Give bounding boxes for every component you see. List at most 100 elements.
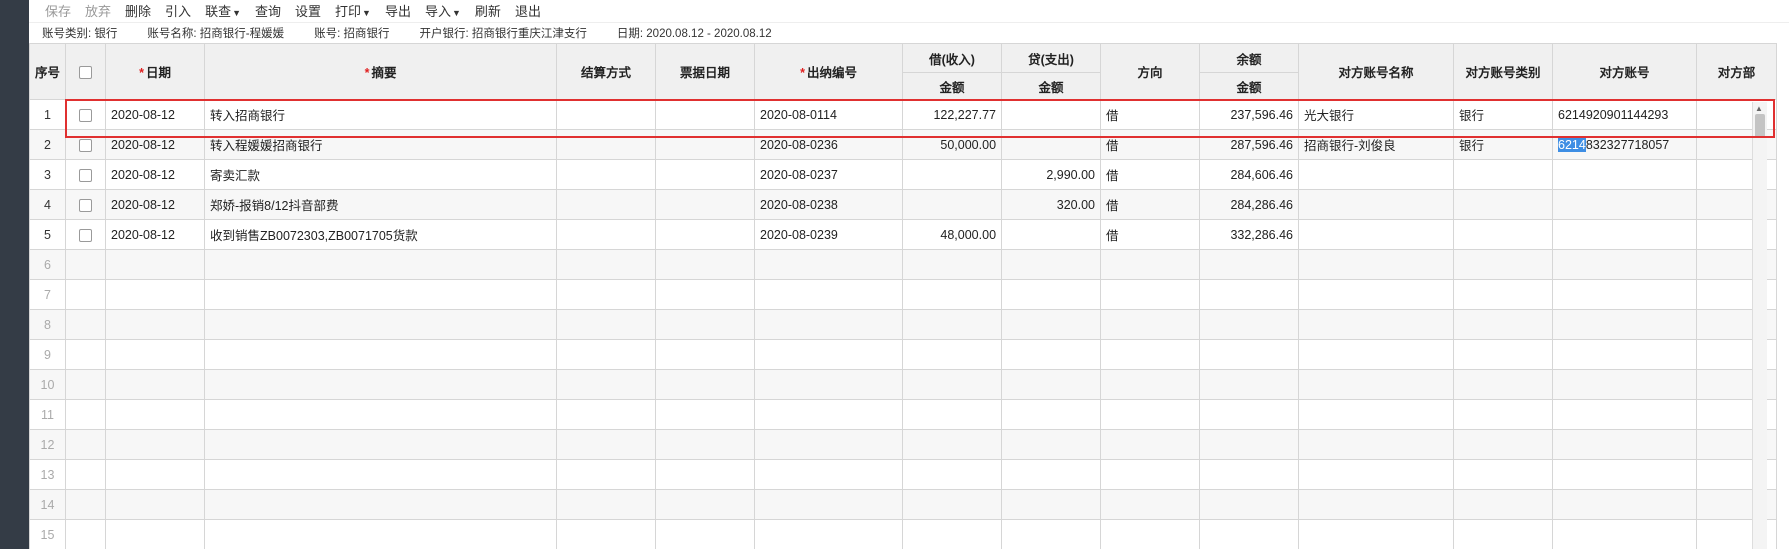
select-all-checkbox[interactable] bbox=[79, 65, 93, 79]
scroll-up-icon[interactable]: ▲ bbox=[1755, 104, 1763, 113]
cell-credit[interactable] bbox=[1001, 219, 1102, 250]
empty-cell[interactable] bbox=[65, 249, 107, 280]
cell-bill-date[interactable] bbox=[655, 189, 756, 220]
empty-cell[interactable] bbox=[65, 399, 107, 430]
col-header-balance-amount[interactable]: 金额 bbox=[1199, 72, 1300, 100]
table-row[interactable]: 4 2020-08-12 郑娇-报销8/12抖音部费 2020-08-0238 … bbox=[29, 189, 1778, 220]
linked-query-dropdown[interactable]: 联查▼ bbox=[205, 1, 241, 20]
import-ref-button[interactable]: 引入 bbox=[165, 1, 191, 20]
cell-date[interactable]: 2020-08-12 bbox=[105, 99, 206, 130]
empty-cell[interactable] bbox=[65, 309, 107, 340]
cell-cp-no[interactable] bbox=[1552, 219, 1698, 250]
row-checkbox-cell[interactable] bbox=[65, 219, 107, 250]
cell-cp-type[interactable] bbox=[1453, 159, 1554, 190]
col-header-cp-no[interactable]: 对方账号 bbox=[1552, 43, 1698, 100]
print-dropdown[interactable]: 打印▼ bbox=[335, 1, 371, 20]
cell-credit[interactable]: 2,990.00 bbox=[1001, 159, 1102, 190]
empty-row[interactable]: 6 bbox=[29, 249, 1778, 280]
cell-cp-type[interactable] bbox=[1453, 219, 1554, 250]
cell-cp-name[interactable] bbox=[1298, 219, 1455, 250]
cell-cp-type[interactable]: 银行 bbox=[1453, 129, 1554, 160]
cell-cash-no[interactable]: 2020-08-0114 bbox=[754, 99, 904, 130]
col-header-debit-amount[interactable]: 金额 bbox=[902, 72, 1003, 100]
cell-cash-no[interactable]: 2020-08-0237 bbox=[754, 159, 904, 190]
cell-direction[interactable]: 借 bbox=[1100, 129, 1201, 160]
col-header-credit-amount[interactable]: 金额 bbox=[1001, 72, 1102, 100]
cell-debit[interactable]: 48,000.00 bbox=[902, 219, 1003, 250]
cell-settle[interactable] bbox=[556, 99, 657, 130]
cell-summary[interactable]: 转入招商银行 bbox=[204, 99, 558, 130]
settings-button[interactable]: 设置 bbox=[295, 1, 321, 20]
cell-settle[interactable] bbox=[556, 129, 657, 160]
table-row[interactable]: 5 2020-08-12 收到销售ZB0072303,ZB0071705货款 2… bbox=[29, 219, 1778, 250]
empty-row[interactable]: 7 bbox=[29, 279, 1778, 310]
cell-bill-date[interactable] bbox=[655, 159, 756, 190]
cell-credit[interactable] bbox=[1001, 99, 1102, 130]
row-checkbox-cell[interactable] bbox=[65, 159, 107, 190]
cell-direction[interactable]: 借 bbox=[1100, 219, 1201, 250]
col-header-credit[interactable]: 贷(支出) bbox=[1001, 43, 1102, 73]
empty-cell[interactable] bbox=[65, 489, 107, 520]
cell-credit[interactable] bbox=[1001, 129, 1102, 160]
empty-cell[interactable] bbox=[65, 519, 107, 549]
col-header-cash-no[interactable]: * 出纳编号 bbox=[754, 43, 904, 100]
col-header-balance[interactable]: 余额 bbox=[1199, 43, 1300, 73]
scrollbar-thumb[interactable] bbox=[1755, 114, 1765, 138]
cell-cp-no[interactable] bbox=[1552, 189, 1698, 220]
cell-debit[interactable]: 122,227.77 bbox=[902, 99, 1003, 130]
save-button[interactable]: 保存 bbox=[45, 1, 71, 20]
delete-button[interactable]: 删除 bbox=[125, 1, 151, 20]
cell-cp-type[interactable]: 银行 bbox=[1453, 99, 1554, 130]
cell-date[interactable]: 2020-08-12 bbox=[105, 129, 206, 160]
cell-direction[interactable]: 借 bbox=[1100, 189, 1201, 220]
col-header-cp-name[interactable]: 对方账号名称 bbox=[1298, 43, 1455, 100]
discard-button[interactable]: 放弃 bbox=[85, 1, 111, 20]
col-header-direction[interactable]: 方向 bbox=[1100, 43, 1201, 100]
cell-bill-date[interactable] bbox=[655, 129, 756, 160]
cell-summary[interactable]: 转入程媛媛招商银行 bbox=[204, 129, 558, 160]
empty-row[interactable]: 12 bbox=[29, 429, 1778, 460]
col-header-debit[interactable]: 借(收入) bbox=[902, 43, 1003, 73]
col-header-bill-date[interactable]: 票据日期 bbox=[655, 43, 756, 100]
cell-settle[interactable] bbox=[556, 189, 657, 220]
empty-row[interactable]: 9 bbox=[29, 339, 1778, 370]
row-checkbox-cell[interactable] bbox=[65, 99, 107, 130]
cell-cp-name[interactable] bbox=[1298, 189, 1455, 220]
table-row[interactable]: 2 2020-08-12 转入程媛媛招商银行 2020-08-0236 50,0… bbox=[29, 129, 1778, 160]
cell-balance[interactable]: 284,286.46 bbox=[1199, 189, 1300, 220]
vertical-scrollbar[interactable]: ▲ bbox=[1752, 102, 1767, 549]
row-checkbox[interactable] bbox=[79, 168, 93, 182]
col-header-date[interactable]: * 日期 bbox=[105, 43, 206, 100]
cell-balance[interactable]: 287,596.46 bbox=[1199, 129, 1300, 160]
col-header-cp-type[interactable]: 对方账号类别 bbox=[1453, 43, 1554, 100]
cell-cp-no[interactable]: 6214832327718057 bbox=[1552, 129, 1698, 160]
empty-cell[interactable] bbox=[65, 339, 107, 370]
col-header-cp-dept[interactable]: 对方部 bbox=[1696, 43, 1778, 100]
cell-settle[interactable] bbox=[556, 159, 657, 190]
import-dropdown[interactable]: 导入▼ bbox=[425, 1, 461, 20]
cell-balance[interactable]: 237,596.46 bbox=[1199, 99, 1300, 130]
cell-debit[interactable] bbox=[902, 159, 1003, 190]
table-row[interactable]: 3 2020-08-12 寄卖汇款 2020-08-0237 2,990.00 … bbox=[29, 159, 1778, 190]
row-checkbox[interactable] bbox=[79, 138, 93, 152]
cell-cash-no[interactable]: 2020-08-0236 bbox=[754, 129, 904, 160]
cell-cp-name[interactable]: 光大银行 bbox=[1298, 99, 1455, 130]
row-checkbox[interactable] bbox=[79, 198, 93, 212]
empty-cell[interactable] bbox=[65, 459, 107, 490]
cell-direction[interactable]: 借 bbox=[1100, 99, 1201, 130]
cell-direction[interactable]: 借 bbox=[1100, 159, 1201, 190]
cell-cp-name[interactable]: 招商银行-刘俊良 bbox=[1298, 129, 1455, 160]
cell-summary[interactable]: 收到销售ZB0072303,ZB0071705货款 bbox=[204, 219, 558, 250]
cell-cp-no[interactable] bbox=[1552, 159, 1698, 190]
row-checkbox-cell[interactable] bbox=[65, 129, 107, 160]
cell-debit[interactable] bbox=[902, 189, 1003, 220]
cell-bill-date[interactable] bbox=[655, 219, 756, 250]
cell-cash-no[interactable]: 2020-08-0238 bbox=[754, 189, 904, 220]
cell-debit[interactable]: 50,000.00 bbox=[902, 129, 1003, 160]
cell-date[interactable]: 2020-08-12 bbox=[105, 219, 206, 250]
row-checkbox-cell[interactable] bbox=[65, 189, 107, 220]
empty-row[interactable]: 10 bbox=[29, 369, 1778, 400]
table-row[interactable]: 1 2020-08-12 转入招商银行 2020-08-0114 122,227… bbox=[29, 99, 1778, 130]
cell-balance[interactable]: 332,286.46 bbox=[1199, 219, 1300, 250]
cell-summary[interactable]: 郑娇-报销8/12抖音部费 bbox=[204, 189, 558, 220]
